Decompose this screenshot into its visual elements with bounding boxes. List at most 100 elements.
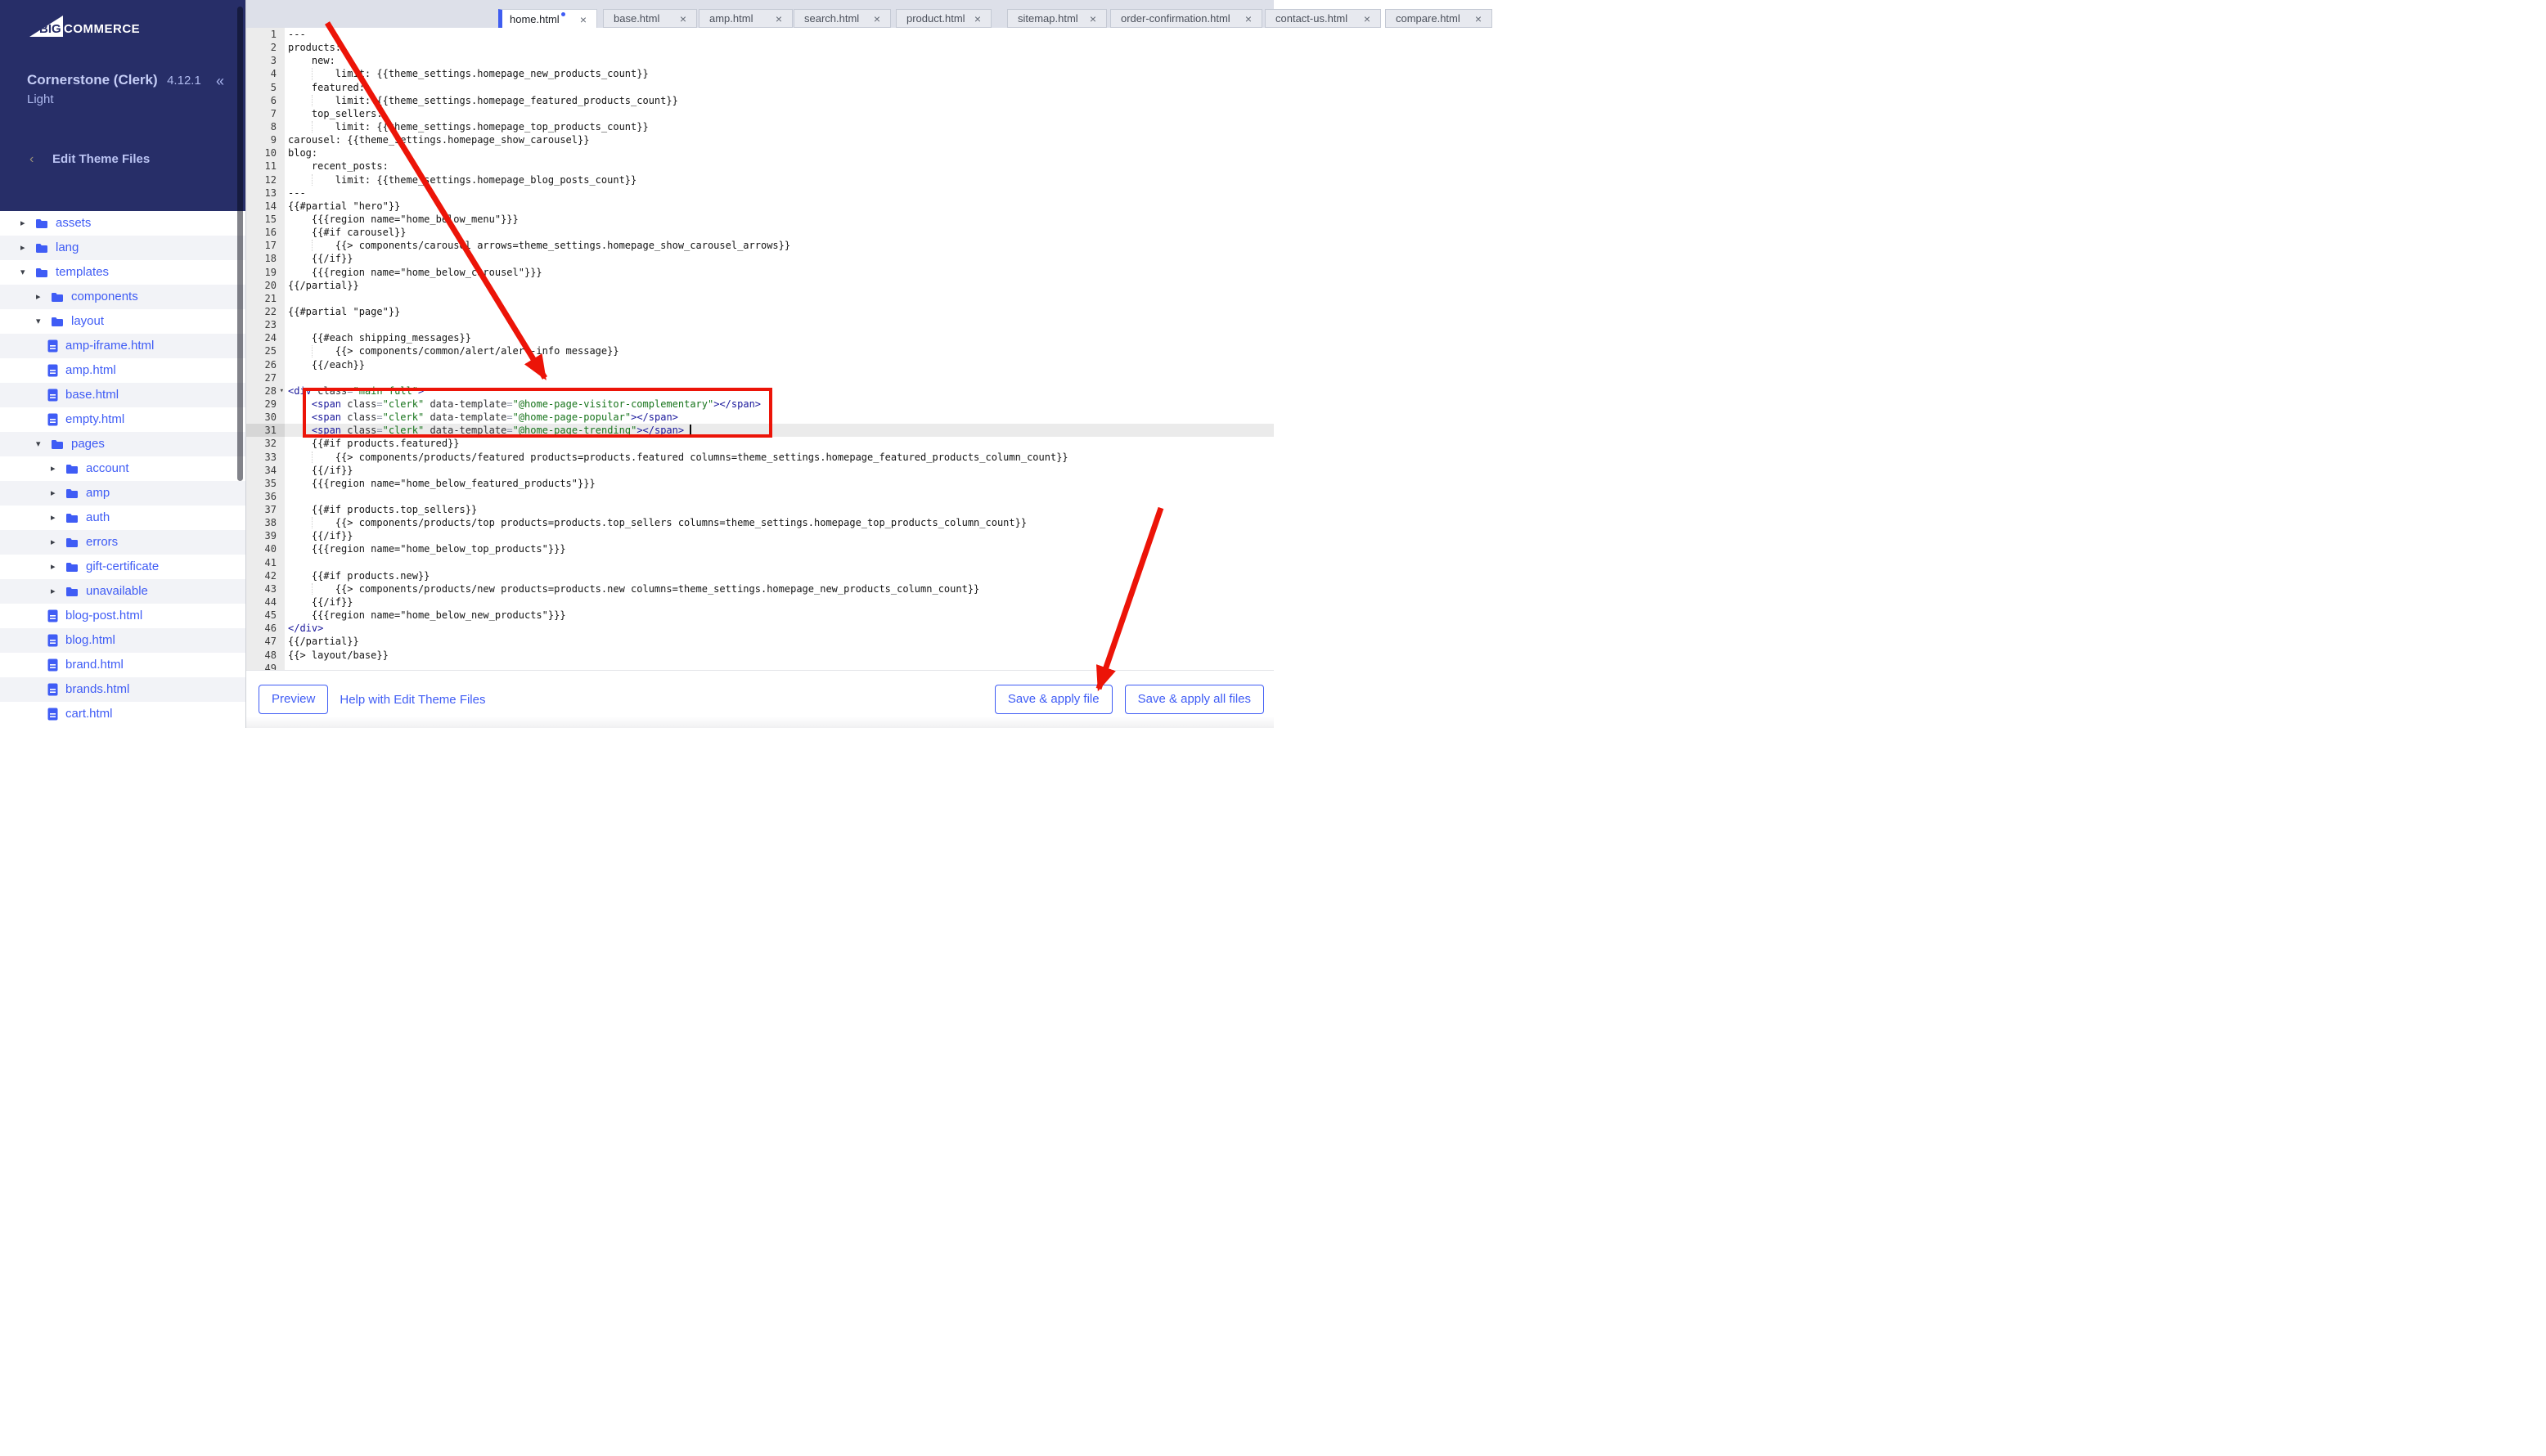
tree-item-lang[interactable]: ▸ lang (0, 236, 245, 260)
tree-item-assets[interactable]: ▸ assets (0, 211, 245, 236)
code-line-10[interactable]: 10 blog: (246, 146, 1274, 160)
code-line-17[interactable]: 17 {{> components/carousel arrows=theme_… (246, 239, 1274, 253)
code-line-8[interactable]: 8 limit: {{theme_settings.homepage_top_p… (246, 119, 1274, 134)
code-line-1[interactable]: 1 --- (246, 28, 1274, 42)
code-line-45[interactable]: 45 {{{region name="home_below_new_produc… (246, 609, 1274, 622)
tree-item-blog-post-html[interactable]: blog-post.html (0, 604, 245, 628)
tree-item-base-html[interactable]: base.html (0, 383, 245, 407)
help-link[interactable]: Help with Edit Theme Files (340, 693, 485, 707)
save-apply-file-button[interactable]: Save & apply file (994, 685, 1113, 714)
code-line-40[interactable]: 40 {{{region name="home_below_top_produc… (246, 542, 1274, 556)
code-line-21[interactable]: 21 (246, 291, 1274, 305)
caret-right-icon[interactable]: ▸ (51, 579, 61, 604)
tree-item-unavailable[interactable]: ▸ unavailable (0, 579, 245, 604)
tab-close-icon[interactable]: × (580, 14, 587, 25)
code-line-32[interactable]: 32 {{#if products.featured}} (246, 437, 1274, 451)
preview-button[interactable]: Preview (259, 685, 329, 714)
caret-right-icon[interactable]: ▸ (51, 506, 61, 530)
tab-compare-html[interactable]: compare.html × (1385, 9, 1492, 28)
tab-base-html[interactable]: base.html × (603, 9, 697, 28)
tab-product-html[interactable]: product.html × (896, 9, 992, 28)
tab-home-html[interactable]: home.html × (498, 9, 597, 29)
fold-caret-icon[interactable]: ▾ (280, 384, 284, 398)
caret-down-icon[interactable]: ▾ (36, 432, 46, 456)
tab-amp-html[interactable]: amp.html × (699, 9, 793, 28)
code-line-16[interactable]: 16 {{#if carousel}} (246, 226, 1274, 240)
code-line-4[interactable]: 4 limit: {{theme_settings.homepage_new_p… (246, 67, 1274, 81)
caret-right-icon[interactable]: ▸ (36, 285, 46, 309)
code-line-27[interactable]: 27 (246, 371, 1274, 384)
code-line-25[interactable]: 25 {{> components/common/alert/alert-inf… (246, 344, 1274, 358)
caret-right-icon[interactable]: ▸ (51, 555, 61, 579)
caret-down-icon[interactable]: ▾ (36, 309, 46, 334)
tree-item-empty-html[interactable]: empty.html (0, 407, 245, 432)
tab-close-icon[interactable]: × (1090, 13, 1096, 25)
tree-item-cart-html[interactable]: cart.html (0, 702, 245, 726)
code-line-42[interactable]: 42 {{#if products.new}} (246, 568, 1274, 582)
code-line-30[interactable]: 30 <span class="clerk" data-template="@h… (246, 411, 1274, 425)
code-line-18[interactable]: 18 {{/if}} (246, 252, 1274, 266)
code-line-24[interactable]: 24 {{#each shipping_messages}} (246, 331, 1274, 345)
tree-item-account[interactable]: ▸ account (0, 456, 245, 481)
code-line-34[interactable]: 34 {{/if}} (246, 463, 1274, 477)
code-line-19[interactable]: 19 {{{region name="home_below_carousel"}… (246, 265, 1274, 279)
caret-right-icon[interactable]: ▸ (51, 481, 61, 506)
tab-close-icon[interactable]: × (1475, 13, 1482, 25)
code-line-5[interactable]: 5 featured: (246, 80, 1274, 94)
collapse-sidebar-icon[interactable]: « (216, 73, 224, 90)
tab-sitemap-html[interactable]: sitemap.html × (1007, 9, 1107, 28)
tab-order-confirmation-html[interactable]: order-confirmation.html × (1110, 9, 1262, 28)
code-line-36[interactable]: 36 (246, 489, 1274, 504)
code-line-14[interactable]: 14 {{#partial "hero"}} (246, 199, 1274, 213)
tree-item-errors[interactable]: ▸ errors (0, 530, 245, 555)
code-line-12[interactable]: 12 limit: {{theme_settings.homepage_blog… (246, 173, 1274, 186)
code-line-39[interactable]: 39 {{/if}} (246, 529, 1274, 543)
tree-item-amp[interactable]: ▸ amp (0, 481, 245, 506)
code-line-26[interactable]: 26 {{/each}} (246, 357, 1274, 371)
tree-item-layout[interactable]: ▾ layout (0, 309, 245, 334)
tab-contact-us-html[interactable]: contact-us.html × (1265, 9, 1381, 28)
code-line-37[interactable]: 37 {{#if products.top_sellers}} (246, 503, 1274, 517)
caret-right-icon[interactable]: ▸ (51, 456, 61, 481)
tab-close-icon[interactable]: × (974, 13, 981, 25)
code-line-15[interactable]: 15 {{{region name="home_below_menu"}}} (246, 212, 1274, 227)
caret-right-icon[interactable]: ▸ (20, 236, 30, 260)
tree-item-brand-html[interactable]: brand.html (0, 653, 245, 677)
code-line-13[interactable]: 13 --- (246, 186, 1274, 200)
code-line-29[interactable]: 29 <span class="clerk" data-template="@h… (246, 397, 1274, 411)
tree-item-brands-html[interactable]: brands.html (0, 677, 245, 702)
caret-right-icon[interactable]: ▸ (20, 211, 30, 236)
tree-item-amp-iframe-html[interactable]: amp-iframe.html (0, 334, 245, 358)
caret-right-icon[interactable]: ▸ (51, 530, 61, 555)
caret-down-icon[interactable]: ▾ (20, 260, 30, 285)
tree-item-templates[interactable]: ▾ templates (0, 260, 245, 285)
tab-search-html[interactable]: search.html × (794, 9, 891, 28)
code-line-28[interactable]: 28 ▾ <div class="main full"> (246, 384, 1274, 398)
code-line-22[interactable]: 22 {{#partial "page"}} (246, 304, 1274, 319)
code-line-48[interactable]: 48 {{> layout/base}} (246, 648, 1274, 662)
code-line-47[interactable]: 47 {{/partial}} (246, 635, 1274, 649)
tree-item-gift-certificate[interactable]: ▸ gift-certificate (0, 555, 245, 579)
code-line-7[interactable]: 7 top_sellers: (246, 106, 1274, 120)
tree-item-blog-html[interactable]: blog.html (0, 628, 245, 653)
code-line-46[interactable]: 46 </div> (246, 622, 1274, 636)
code-line-33[interactable]: 33 {{> components/products/featured prod… (246, 450, 1274, 464)
code-line-31[interactable]: 31 <span class="clerk" data-template="@h… (246, 424, 1274, 438)
code-line-38[interactable]: 38 {{> components/products/top products=… (246, 516, 1274, 530)
code-line-23[interactable]: 23 (246, 318, 1274, 332)
code-line-43[interactable]: 43 {{> components/products/new products=… (246, 582, 1274, 596)
code-editor[interactable]: 1 --- 2 products: 3 new: 4 limit: {{theme_set… (246, 28, 1274, 675)
tab-close-icon[interactable]: × (776, 13, 782, 25)
tab-close-icon[interactable]: × (1364, 13, 1370, 25)
tree-item-components[interactable]: ▸ components (0, 285, 245, 309)
code-line-44[interactable]: 44 {{/if}} (246, 595, 1274, 609)
code-line-2[interactable]: 2 products: (246, 41, 1274, 55)
save-apply-all-files-button[interactable]: Save & apply all files (1124, 685, 1264, 714)
tab-close-icon[interactable]: × (680, 13, 686, 25)
edit-theme-files-nav[interactable]: ‹ Edit Theme Files (0, 149, 245, 173)
tree-item-amp-html[interactable]: amp.html (0, 358, 245, 383)
code-line-3[interactable]: 3 new: (246, 54, 1274, 68)
code-line-20[interactable]: 20 {{/partial}} (246, 278, 1274, 292)
tab-close-icon[interactable]: × (1245, 13, 1252, 25)
code-line-9[interactable]: 9 carousel: {{theme_settings.homepage_sho… (246, 133, 1274, 147)
